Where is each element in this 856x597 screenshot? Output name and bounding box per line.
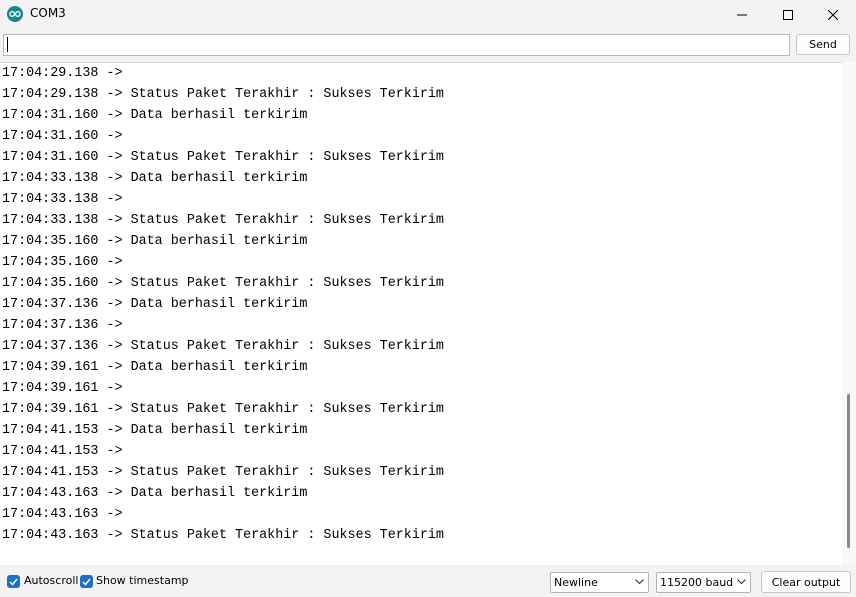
title-bar: COM3	[0, 0, 856, 29]
send-button[interactable]: Send	[796, 34, 850, 55]
output-line: 17:04:35.160 ->	[2, 255, 123, 270]
output-line: 17:04:39.161 -> Status Paket Terakhir : …	[2, 402, 444, 417]
output-line: 17:04:43.163 -> Data berhasil terkirim	[2, 486, 308, 501]
output-line: 17:04:37.136 -> Data berhasil terkirim	[2, 297, 308, 312]
output-line: 17:04:31.160 -> Status Paket Terakhir : …	[2, 150, 444, 165]
output-line: 17:04:29.138 ->	[2, 66, 123, 81]
output-line: 17:04:39.161 ->	[2, 381, 123, 396]
clear-output-button[interactable]: Clear output	[761, 571, 851, 593]
baud-rate-value: 115200 baud	[660, 576, 734, 589]
checkmark-icon	[9, 578, 18, 586]
message-input[interactable]	[3, 34, 790, 56]
output-line: 17:04:33.138 ->	[2, 192, 123, 207]
output-line: 17:04:31.160 -> Data berhasil terkirim	[2, 108, 308, 123]
chevron-down-icon	[737, 579, 746, 585]
status-bar: Autoscroll Show timestamp Newline 115200…	[0, 566, 856, 597]
output-line: 17:04:41.153 -> Status Paket Terakhir : …	[2, 465, 444, 480]
maximize-icon	[783, 9, 793, 20]
output-line: 17:04:29.138 -> Status Paket Terakhir : …	[2, 87, 444, 102]
output-line: 17:04:43.163 -> Status Paket Terakhir : …	[2, 528, 444, 543]
chevron-down-icon	[635, 579, 644, 585]
output-line: 17:04:39.161 -> Data berhasil terkirim	[2, 360, 308, 375]
text-caret	[7, 37, 8, 52]
show-timestamp-checkbox[interactable]	[80, 575, 93, 588]
output-line: 17:04:35.160 -> Data berhasil terkirim	[2, 234, 308, 249]
arduino-icon	[7, 6, 23, 22]
scrollbar-thumb[interactable]	[847, 394, 850, 548]
baud-rate-select[interactable]: 115200 baud	[656, 572, 751, 593]
send-row	[0, 29, 856, 61]
show-timestamp-label[interactable]: Show timestamp	[96, 574, 189, 587]
line-ending-select[interactable]: Newline	[550, 572, 649, 593]
output-line: 17:04:43.163 ->	[2, 507, 123, 522]
minimize-icon	[737, 14, 747, 15]
minimize-button[interactable]	[719, 0, 765, 29]
output-line: 17:04:41.153 -> Data berhasil terkirim	[2, 423, 308, 438]
output-line: 17:04:33.138 -> Status Paket Terakhir : …	[2, 213, 444, 228]
line-ending-value: Newline	[554, 576, 598, 589]
output-line: 17:04:37.136 ->	[2, 318, 123, 333]
close-icon	[828, 9, 838, 20]
close-button[interactable]	[810, 0, 856, 29]
output-line: 17:04:31.160 ->	[2, 129, 123, 144]
checkmark-icon	[82, 578, 91, 586]
maximize-button[interactable]	[765, 0, 811, 29]
output-line: 17:04:41.153 ->	[2, 444, 123, 459]
output-line: 17:04:37.136 -> Status Paket Terakhir : …	[2, 339, 444, 354]
output-line: 17:04:35.160 -> Status Paket Terakhir : …	[2, 276, 444, 291]
autoscroll-label[interactable]: Autoscroll	[24, 574, 78, 587]
serial-output[interactable]: 17:04:29.138 -> 17:04:29.138 -> Status Pa…	[0, 62, 842, 565]
autoscroll-checkbox[interactable]	[7, 575, 20, 588]
output-line: 17:04:33.138 -> Data berhasil terkirim	[2, 171, 308, 186]
vertical-scrollbar[interactable]	[842, 62, 856, 564]
window-title: COM3	[30, 6, 66, 20]
